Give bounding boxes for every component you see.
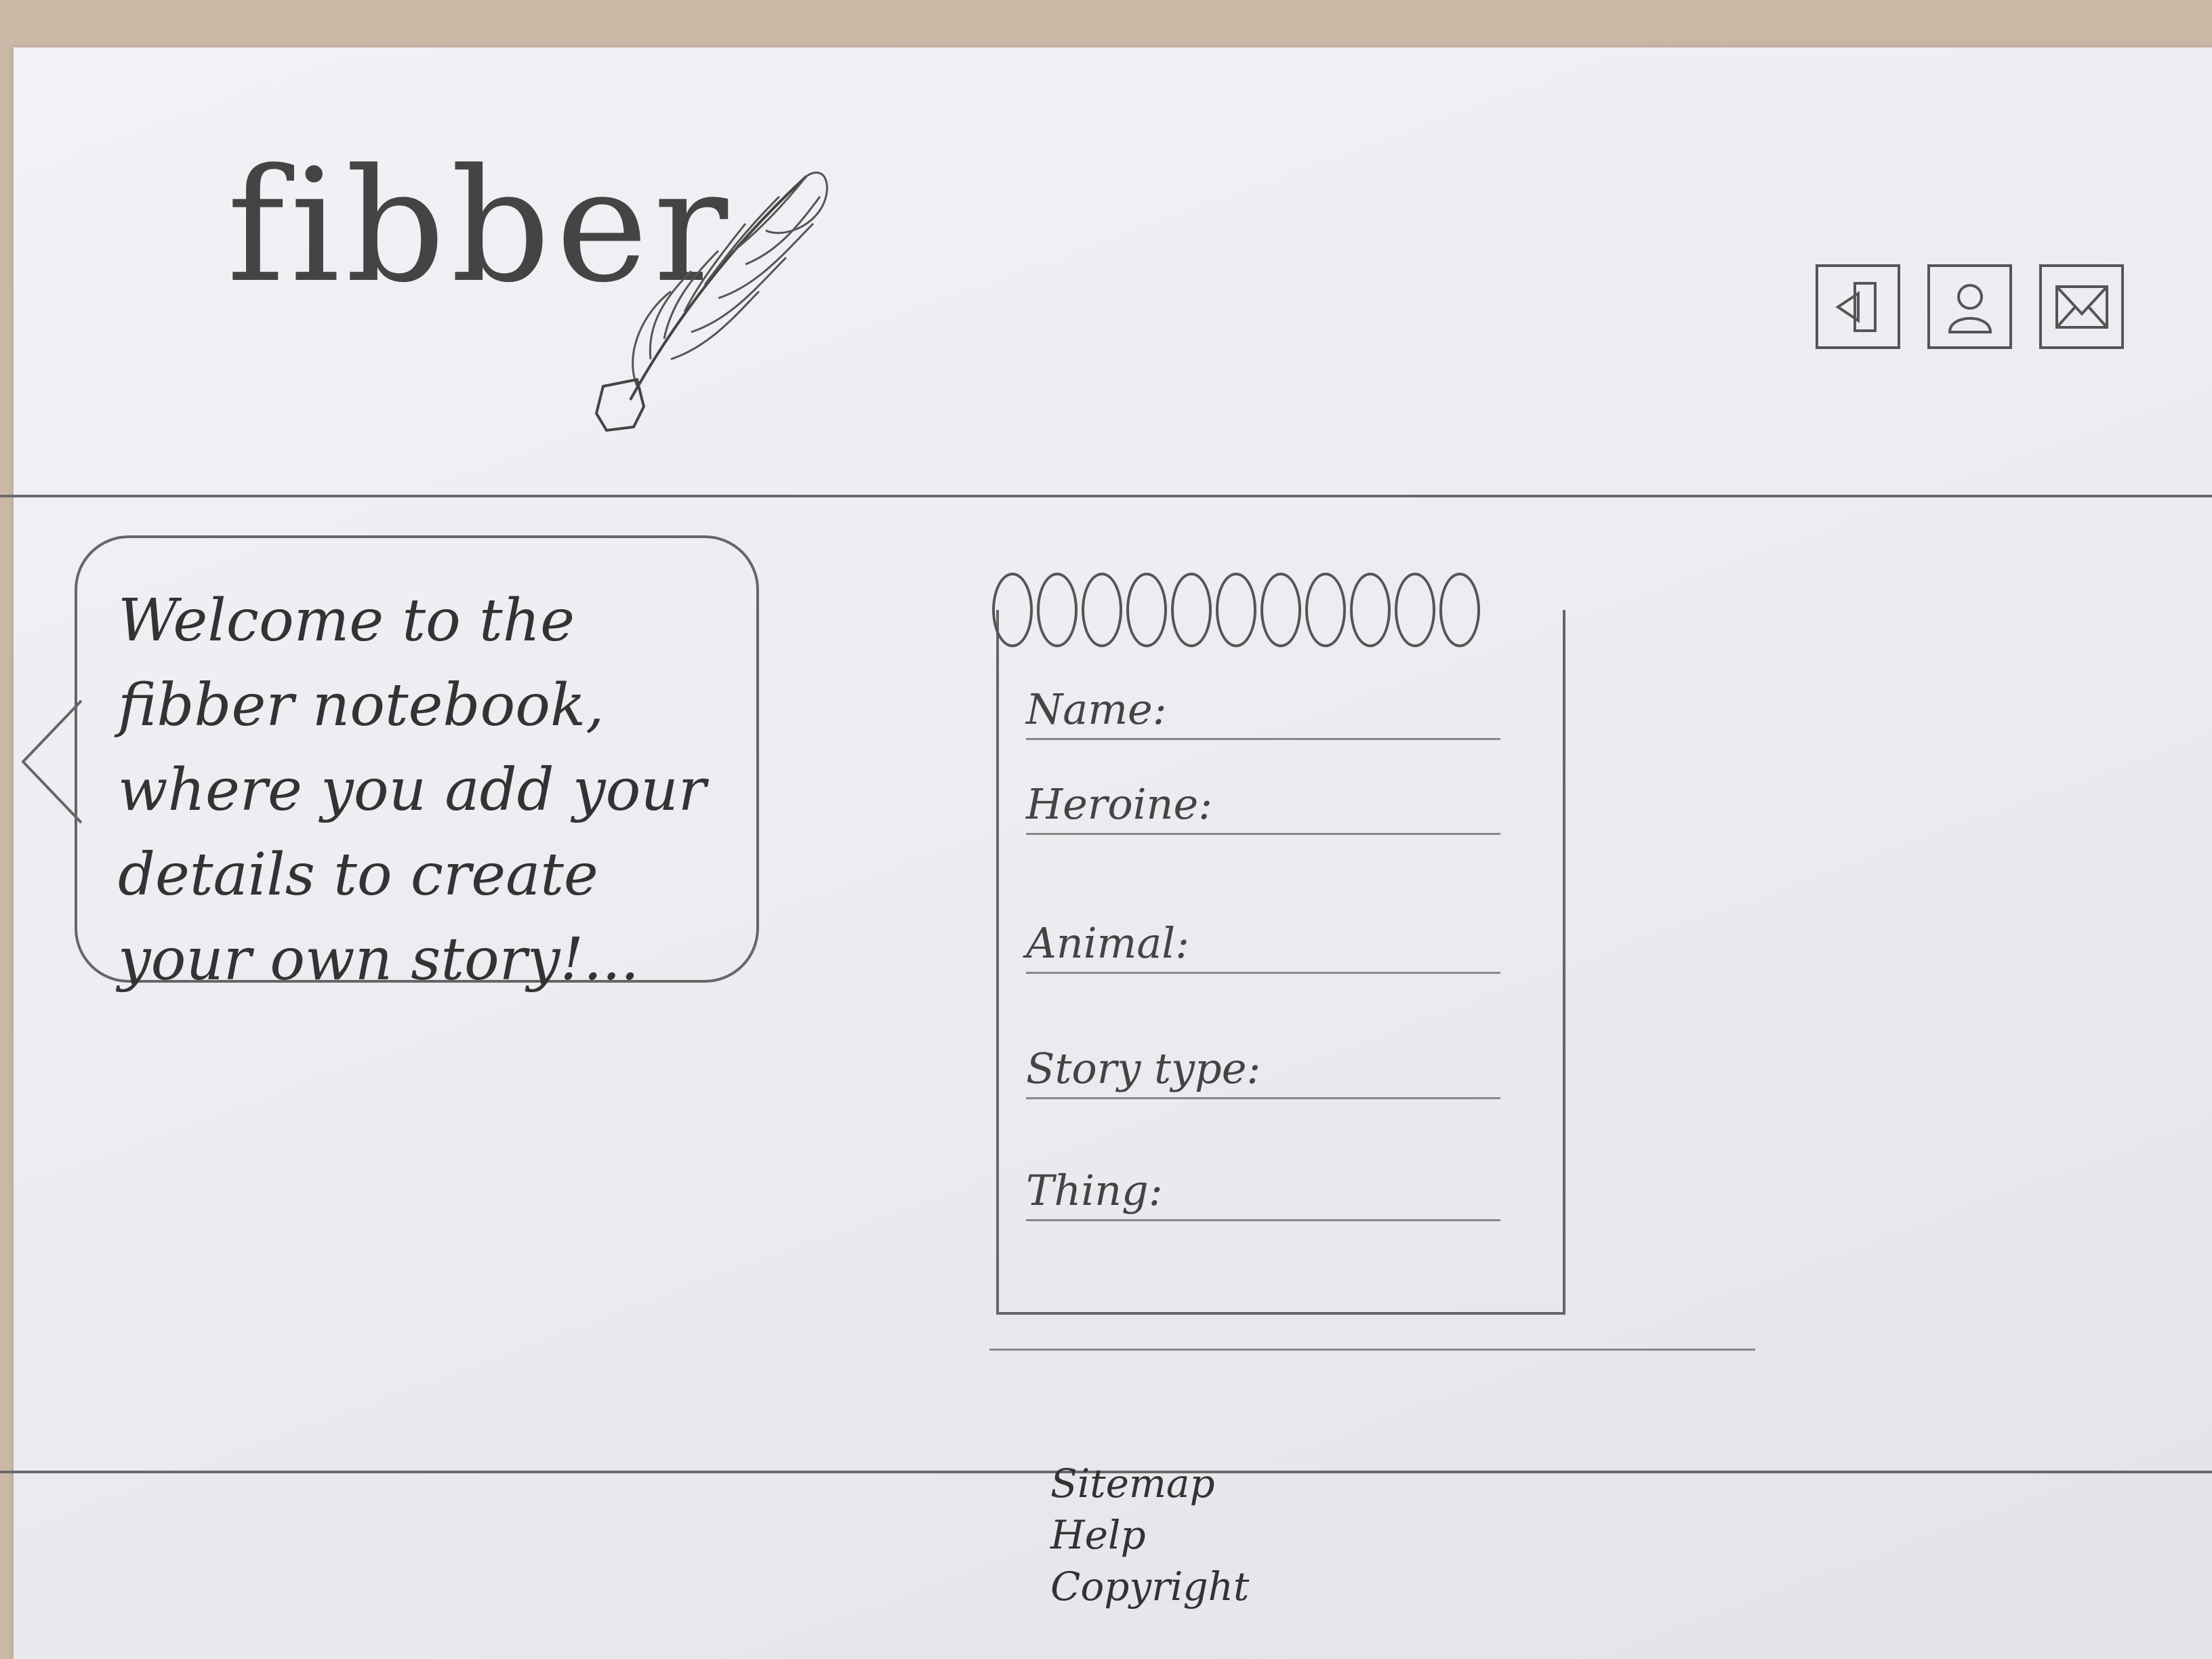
spiral-ring xyxy=(1037,573,1078,647)
site-footer: Sitemap Help Copyright xyxy=(1050,1464,1249,1606)
heroine-field[interactable]: Heroine: xyxy=(1026,779,1500,835)
welcome-speech-bubble: Welcome to the fibber notebook, where yo… xyxy=(21,535,759,994)
story-type-field[interactable]: Story type: xyxy=(1026,1044,1500,1099)
mail-icon xyxy=(2055,285,2108,329)
thing-field[interactable]: Thing: xyxy=(1026,1166,1500,1221)
name-label: Name: xyxy=(1026,684,1167,734)
logout-button[interactable] xyxy=(1816,264,1900,349)
name-field[interactable]: Name: xyxy=(1026,684,1500,740)
animal-label: Animal: xyxy=(1026,918,1190,968)
story-type-label: Story type: xyxy=(1026,1044,1261,1093)
spiral-ring xyxy=(1439,573,1480,647)
spiral-ring xyxy=(992,573,1033,647)
spiral-ring xyxy=(1261,573,1301,647)
animal-field[interactable]: Animal: xyxy=(1026,918,1500,974)
spiral-ring xyxy=(1126,573,1167,647)
heroine-label: Heroine: xyxy=(1026,779,1213,829)
footer-link-help[interactable]: Help xyxy=(1050,1515,1146,1555)
user-icon xyxy=(1948,283,1992,333)
thing-label: Thing: xyxy=(1026,1166,1163,1215)
header-nav xyxy=(1816,264,2124,349)
logout-icon xyxy=(1835,281,1877,332)
spiral-ring xyxy=(1350,573,1391,647)
profile-button[interactable] xyxy=(1927,264,2012,349)
header-divider xyxy=(0,495,2212,497)
footer-link-copyright[interactable]: Copyright xyxy=(1050,1567,1249,1606)
bubble-tail xyxy=(21,699,83,824)
quill-icon xyxy=(594,171,828,432)
welcome-message: Welcome to the fibber notebook, where yo… xyxy=(118,587,706,994)
notebook-spiral-binding xyxy=(992,573,1480,654)
spiral-ring xyxy=(1082,573,1122,647)
footer-link-sitemap[interactable]: Sitemap xyxy=(1050,1464,1215,1503)
spiral-ring xyxy=(1216,573,1256,647)
mail-button[interactable] xyxy=(2039,264,2124,349)
notebook-shadow-line xyxy=(989,1349,1755,1351)
story-notebook-form: Name: Heroine: Animal: Story type: Thing… xyxy=(992,573,1565,1315)
spiral-ring xyxy=(1395,573,1435,647)
paper-sheet: fibber Welcome to the fibber notebook, w… xyxy=(0,47,2212,1659)
spiral-ring xyxy=(1305,573,1346,647)
spiral-ring xyxy=(1171,573,1212,647)
